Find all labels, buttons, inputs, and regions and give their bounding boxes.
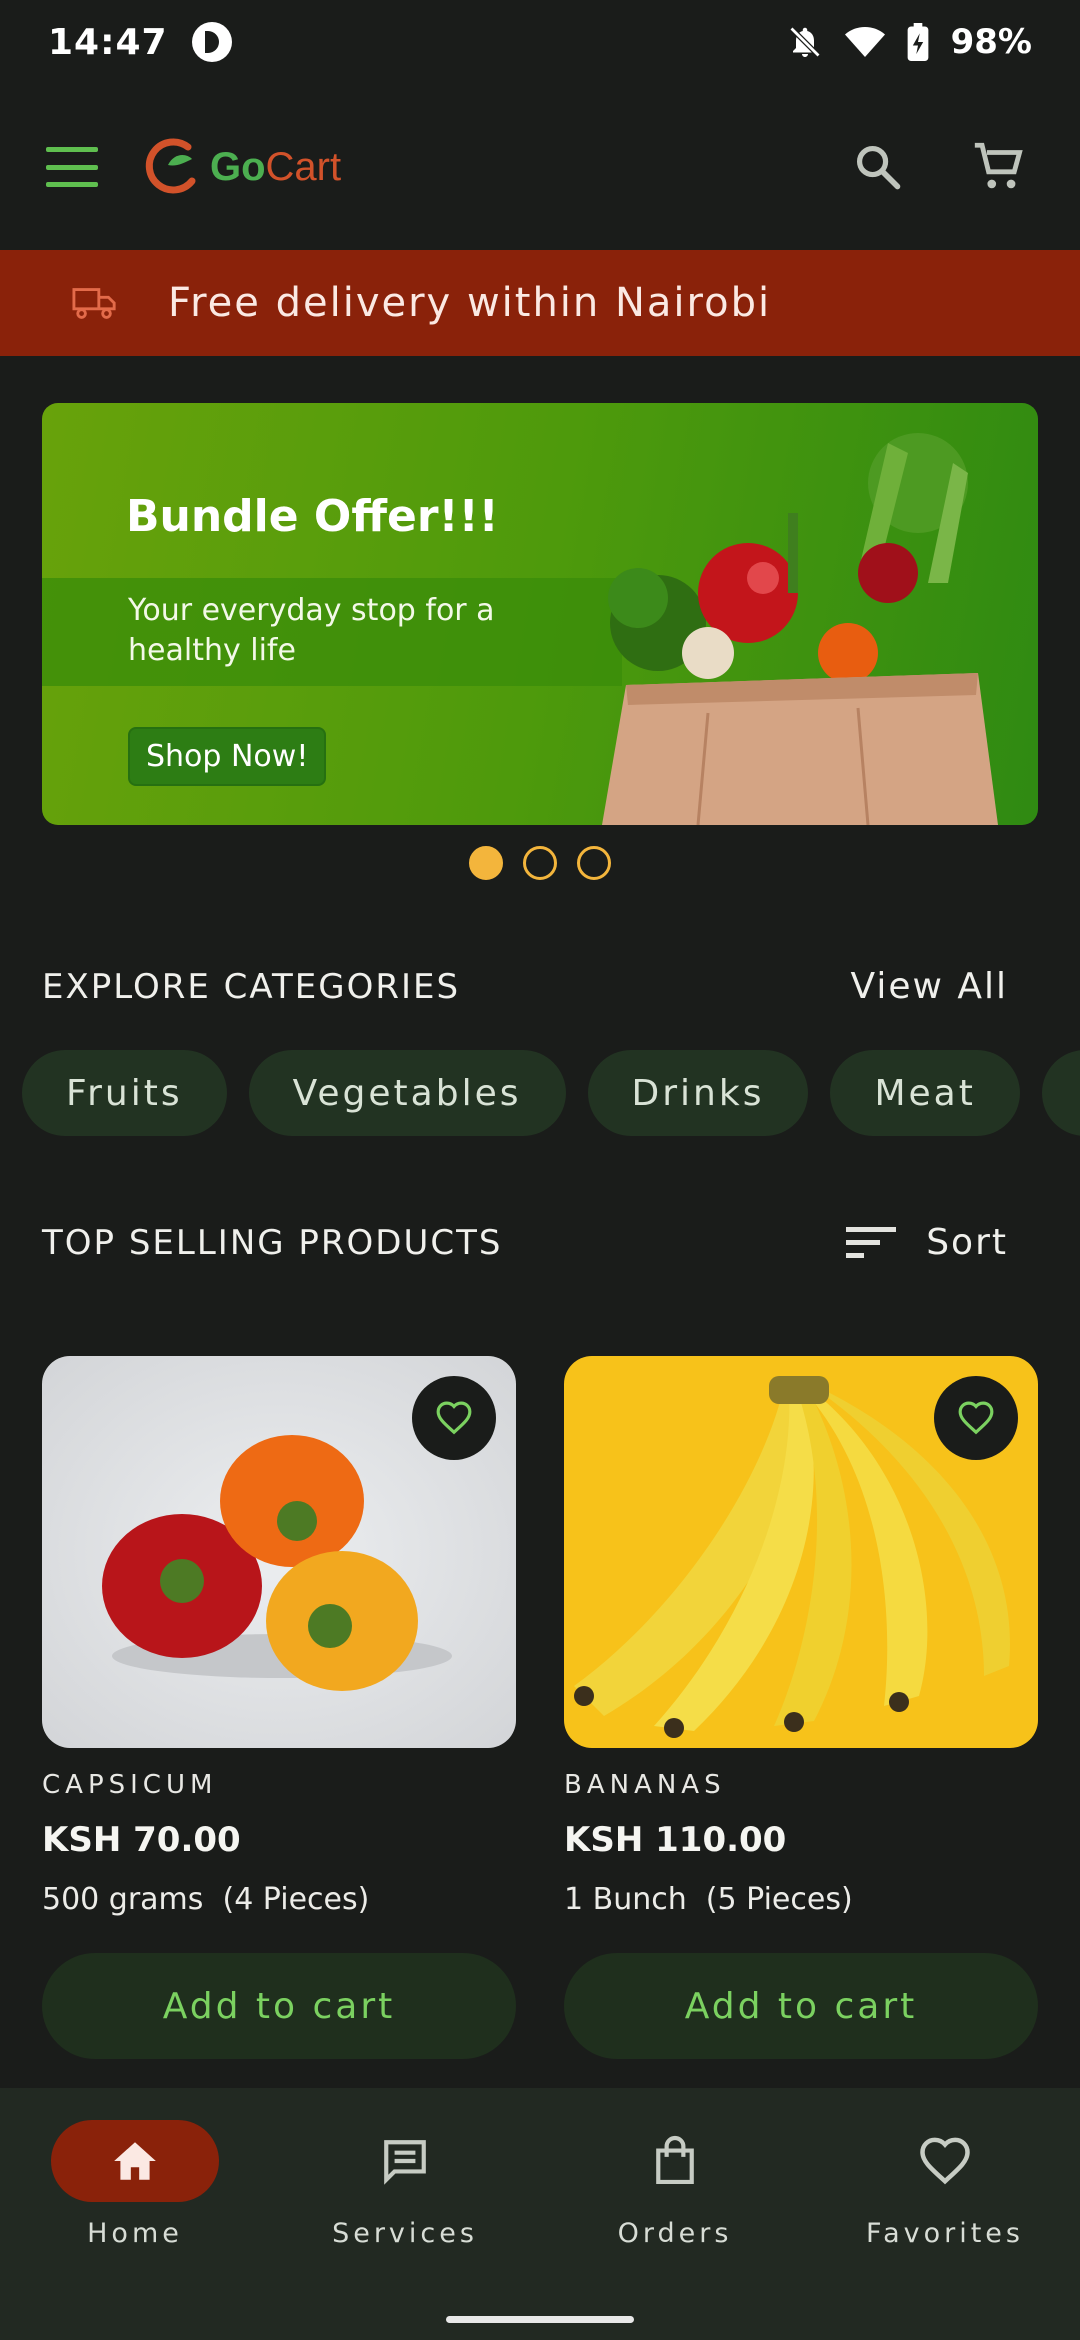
grocery-bag-image [602,433,998,825]
favorite-button[interactable] [934,1376,1018,1460]
battery-percent: 98% [950,22,1032,62]
sort-label: Sort [926,1222,1008,1263]
product-name: BANANAS [564,1770,726,1800]
app-notification-icon [191,22,232,62]
search-icon[interactable] [852,141,904,193]
home-icon [114,2142,156,2180]
product-name: CAPSICUM [42,1770,218,1800]
sort-icon [846,1226,897,1258]
top-app-bar: GoCart [0,84,1080,250]
battery-icon [907,23,928,61]
product-card[interactable]: CAPSICUM KSH 70.00 500 grams (4 Pieces) … [42,1356,516,2059]
promo-carousel[interactable]: Bundle Offer!!! Your everyday stop for a… [42,403,1038,825]
products-title: TOP SELLING PRODUCTS [42,1222,503,1263]
app-bar-actions [852,138,1028,196]
sort-button[interactable]: Sort [846,1222,1008,1263]
status-time: 14:47 [48,21,168,63]
gesture-bar[interactable] [446,2316,634,2323]
nav-item-orders[interactable]: Orders [540,2088,810,2340]
wifi-icon [844,27,885,57]
carousel-dot[interactable] [577,846,611,880]
delivery-banner: Free delivery within Nairobi [0,250,1080,356]
add-to-cart-button[interactable]: Add to cart [564,1953,1038,2059]
nav-label: Orders [617,2218,733,2249]
heart-icon [958,1401,994,1435]
bell-off-icon [789,26,820,58]
categories-title: EXPLORE CATEGORIES [42,966,461,1007]
truck-icon [72,288,116,319]
categories-header: EXPLORE CATEGORIES View All [42,966,1008,1007]
nav-label: Favorites [866,2218,1024,2249]
menu-icon[interactable] [46,147,98,187]
nav-item-favorites[interactable]: Favorites [810,2088,1080,2340]
heart-icon [920,2137,970,2185]
logo-mark-icon [145,138,196,194]
nav-label: Home [87,2218,183,2249]
status-icons: 98% [787,22,1032,62]
nav-indicator [321,2120,489,2202]
delivery-text: Free delivery within Nairobi [168,280,772,326]
capsicum-image [42,1356,516,1748]
logo-go-text: Go [210,144,266,189]
product-price: KSH 70.00 [42,1820,241,1860]
home-screen: 14:47 98% GoCart Free delivery within Na… [0,0,1080,2340]
carousel-dot[interactable] [523,846,557,880]
nav-label: Services [332,2218,478,2249]
category-chips: Fruits Vegetables Drinks Meat S [22,1050,1080,1136]
carousel-dot[interactable] [469,846,503,880]
cart-icon[interactable] [970,138,1028,196]
nav-indicator [591,2120,759,2202]
promo-subtitle: Your everyday stop for a healthy life [128,593,495,668]
carousel-indicators [0,846,1080,880]
product-quantity: 1 Bunch (5 Pieces) [564,1882,853,1917]
add-to-cart-button[interactable]: Add to cart [42,1953,516,2059]
nav-item-services[interactable]: Services [270,2088,540,2340]
bag-icon [656,2135,694,2184]
products-header: TOP SELLING PRODUCTS Sort [42,1222,1008,1263]
status-bar: 14:47 98% [0,0,1080,84]
view-all-link[interactable]: View All [850,966,1008,1007]
category-chip-drinks[interactable]: Drinks [587,1050,809,1136]
bananas-image [564,1356,1038,1748]
logo-cart-text: Cart [265,144,342,189]
nav-item-home[interactable]: Home [0,2088,270,2340]
nav-indicator [51,2120,219,2202]
product-price: KSH 110.00 [564,1820,787,1860]
nav-indicator [861,2120,1029,2202]
product-quantity: 500 grams (4 Pieces) [42,1882,370,1917]
category-chip-vegetables[interactable]: Vegetables [248,1050,566,1136]
bottom-navigation: Home Services Orders Favorites [0,2088,1080,2340]
promo-title: Bundle Offer!!! [126,491,499,542]
category-chip-partial[interactable]: S [1041,1050,1080,1136]
gocart-logo: GoCart [144,135,341,199]
chat-icon [384,2140,426,2185]
favorite-button[interactable] [412,1376,496,1460]
category-chip-fruits[interactable]: Fruits [22,1050,227,1136]
category-chip-meat[interactable]: Meat [830,1050,1020,1136]
product-card[interactable]: BANANAS KSH 110.00 1 Bunch (5 Pieces) Ad… [564,1356,1038,2059]
shop-now-button[interactable]: Shop Now! [128,727,327,786]
heart-icon [436,1401,472,1435]
